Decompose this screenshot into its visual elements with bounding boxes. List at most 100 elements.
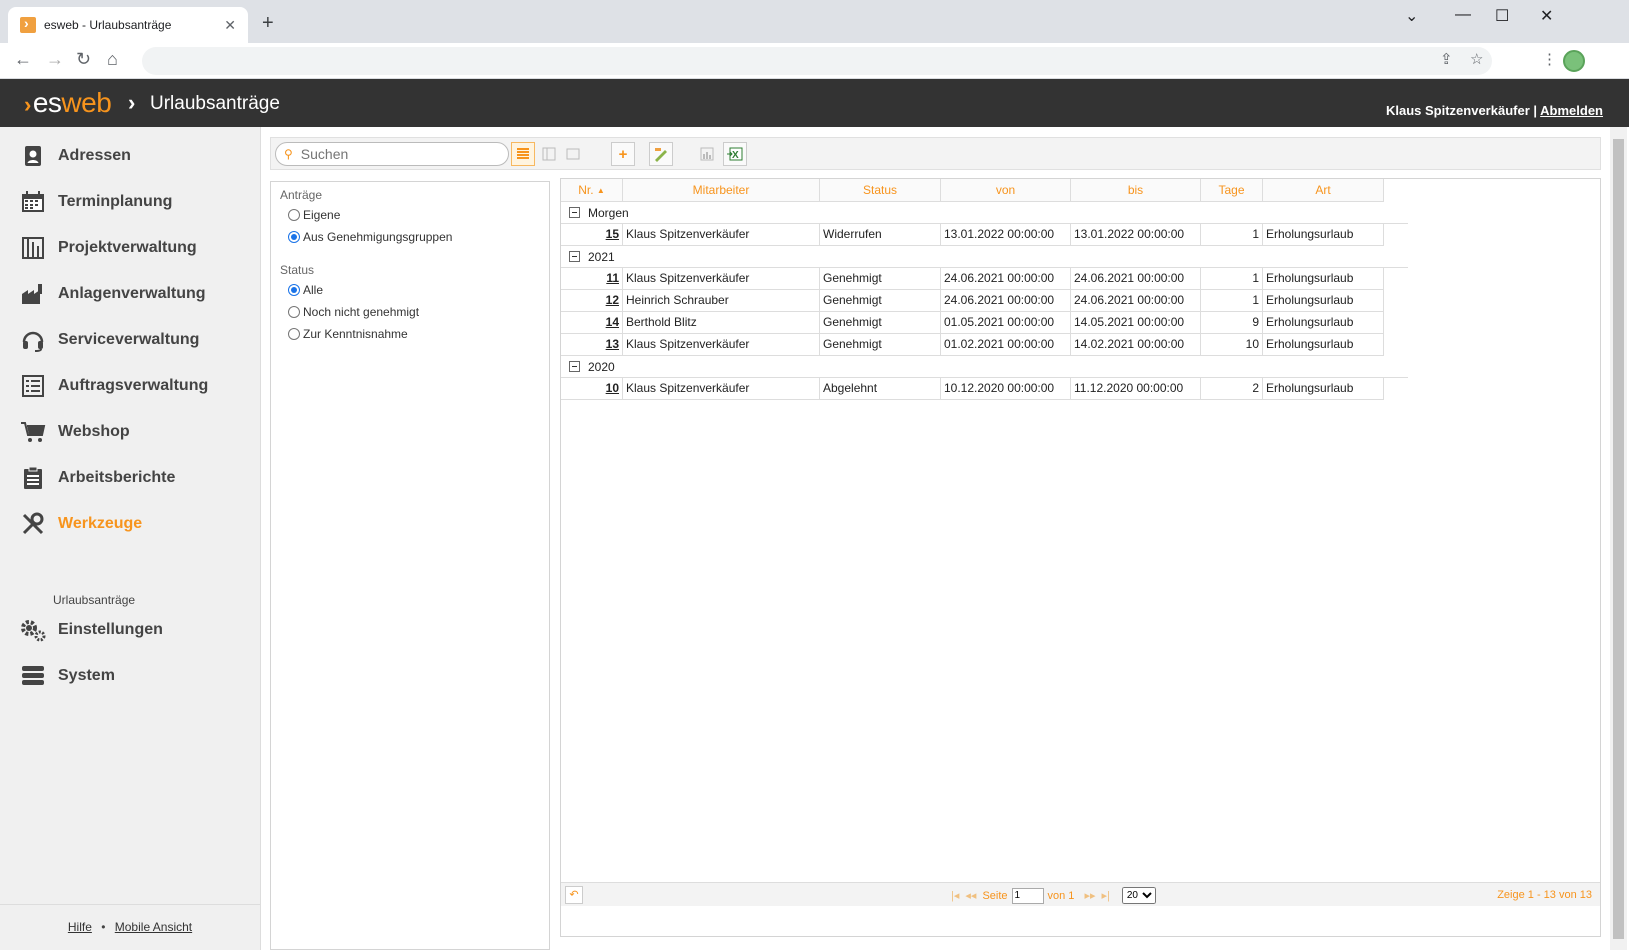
filter-panel: Anträge Eigene Aus Genehmigungsgruppen S… <box>270 181 550 950</box>
column-header-tage[interactable]: Tage <box>1201 179 1263 202</box>
table-row[interactable]: 11 Klaus Spitzenverkäufer Genehmigt 24.0… <box>561 268 1384 290</box>
bookmark-star-icon[interactable]: ☆ <box>1470 50 1483 68</box>
column-header-status[interactable]: Status <box>820 179 941 202</box>
project-icon <box>20 236 46 260</box>
sidebar-item-webshop[interactable]: Webshop <box>20 420 130 444</box>
sidebar-item-arbeitsberichte[interactable]: Arbeitsberichte <box>20 466 175 490</box>
sidebar-item-werkzeuge[interactable]: Werkzeuge <box>20 512 142 536</box>
list-view-icon <box>517 148 529 159</box>
search-input[interactable] <box>300 146 491 162</box>
page-size-select[interactable]: 20 <box>1121 887 1156 904</box>
radio-zur-kenntnisnahme[interactable]: Zur Kenntnisnahme <box>288 327 408 341</box>
cell-mitarbeiter: Berthold Blitz <box>623 312 820 334</box>
view-card-button[interactable] <box>561 142 585 166</box>
forward-icon[interactable]: → <box>46 49 64 70</box>
cell-nr[interactable]: 12 <box>561 290 623 312</box>
pager: |◂ ◂◂ Seite von 1 ▸▸ ▸| 20 <box>951 887 1156 904</box>
collapse-icon[interactable] <box>569 251 580 262</box>
cell-mitarbeiter: Klaus Spitzenverkäufer <box>623 378 820 400</box>
cell-mitarbeiter: Heinrich Schrauber <box>623 290 820 312</box>
prev-page-icon[interactable]: ◂◂ <box>965 889 976 902</box>
window-close-icon[interactable]: ✕ <box>1540 6 1553 26</box>
radio-aus-genehmigungsgruppen[interactable]: Aus Genehmigungsgruppen <box>288 230 452 244</box>
undo-icon[interactable]: ↶ <box>565 886 583 904</box>
sidebar-item-anlagenverwaltung[interactable]: Anlagenverwaltung <box>20 282 206 306</box>
sidebar-item-serviceverwaltung[interactable]: Serviceverwaltung <box>20 328 199 352</box>
cell-nr[interactable]: 13 <box>561 334 623 356</box>
column-header-art[interactable]: Art <box>1263 179 1384 202</box>
view-detail-button[interactable] <box>537 142 561 166</box>
minimize-icon[interactable]: — <box>1455 6 1471 24</box>
sidebar-item-projektverwaltung[interactable]: Projektverwaltung <box>20 236 197 260</box>
cell-nr[interactable]: 15 <box>561 224 623 246</box>
radio-eigene[interactable]: Eigene <box>288 208 340 222</box>
table-row[interactable]: 12 Heinrich Schrauber Genehmigt 24.06.20… <box>561 290 1384 312</box>
cell-nr[interactable]: 11 <box>561 268 623 290</box>
sidebar-item-system[interactable]: System <box>20 664 115 688</box>
sidebar-item-auftragsverwaltung[interactable]: Auftragsverwaltung <box>20 374 208 398</box>
table-row[interactable]: 15 Klaus Spitzenverkäufer Widerrufen 13.… <box>561 224 1384 246</box>
app-header: ›esweb › Urlaubsanträge Klaus Spitzenver… <box>0 79 1629 127</box>
radio-alle[interactable]: Alle <box>288 283 323 297</box>
group-row[interactable]: 2020 <box>561 356 1408 378</box>
group-row[interactable]: Morgen <box>561 202 1408 224</box>
server-icon <box>20 664 46 688</box>
table-row[interactable]: 13 Klaus Spitzenverkäufer Genehmigt 01.0… <box>561 334 1384 356</box>
help-link[interactable]: Hilfe <box>68 920 92 934</box>
browser-tabstrip: esweb - Urlaubsanträge ✕ + ⌄ — ☐ ✕ <box>0 0 1629 43</box>
table-row[interactable]: 14 Berthold Blitz Genehmigt 01.05.2021 0… <box>561 312 1384 334</box>
home-icon[interactable]: ⌂ <box>107 49 118 70</box>
cell-von: 24.06.2021 00:00:00 <box>941 268 1071 290</box>
esweb-logo[interactable]: ›esweb <box>24 87 112 119</box>
sort-ascending-icon: ▲ <box>596 186 605 195</box>
print-button[interactable] <box>695 142 719 166</box>
logo-es: es <box>32 87 62 118</box>
back-icon[interactable]: ← <box>14 49 32 70</box>
first-page-icon[interactable]: |◂ <box>951 889 959 902</box>
collapse-icon[interactable] <box>569 207 580 218</box>
list-icon <box>20 374 46 398</box>
mobile-view-link[interactable]: Mobile Ansicht <box>115 920 192 934</box>
column-header-nr[interactable]: Nr. ▲ <box>561 179 623 202</box>
cell-mitarbeiter: Klaus Spitzenverkäufer <box>623 268 820 290</box>
share-icon[interactable]: ⇪ <box>1440 50 1453 68</box>
cell-nr[interactable]: 14 <box>561 312 623 334</box>
group-row[interactable]: 2021 <box>561 246 1408 268</box>
new-tab-button[interactable]: + <box>262 12 274 35</box>
tab-close-icon[interactable]: ✕ <box>224 17 236 34</box>
logout-link[interactable]: Abmelden <box>1540 103 1603 118</box>
reload-icon[interactable]: ↻ <box>76 49 91 70</box>
add-button[interactable]: + <box>611 142 635 166</box>
excel-export-button[interactable]: X <box>723 142 747 166</box>
collapse-icon[interactable] <box>569 361 580 372</box>
column-header-mitarbeiter[interactable]: Mitarbeiter <box>623 179 820 202</box>
column-header-bis[interactable]: bis <box>1071 179 1201 202</box>
sidebar-subitem-urlaubsantraege[interactable]: Urlaubsanträge <box>53 593 135 607</box>
sidebar-item-einstellungen[interactable]: Einstellungen <box>20 618 163 642</box>
scrollbar-thumb[interactable] <box>1613 139 1624 939</box>
search-box[interactable]: ⚲ <box>275 142 509 166</box>
next-page-icon[interactable]: ▸▸ <box>1084 889 1095 902</box>
column-header-von[interactable]: von <box>941 179 1071 202</box>
table-row[interactable]: 10 Klaus Spitzenverkäufer Abgelehnt 10.1… <box>561 378 1384 400</box>
sidebar-item-adressen[interactable]: Adressen <box>20 144 131 168</box>
requests-grid: Nr. ▲ Mitarbeiter Status von bis Tage Ar… <box>560 178 1601 937</box>
browser-menu-icon[interactable]: ⋮ <box>1542 50 1557 68</box>
view-list-button[interactable] <box>511 142 535 166</box>
cell-art: Erholungsurlaub <box>1263 224 1384 246</box>
page-scrollbar[interactable] <box>1610 127 1627 950</box>
address-bar[interactable] <box>142 47 1492 75</box>
edit-columns-button[interactable] <box>649 142 673 166</box>
profile-avatar[interactable] <box>1563 50 1585 72</box>
sidebar-item-terminplanung[interactable]: Terminplanung <box>20 190 172 214</box>
browser-tab[interactable]: esweb - Urlaubsanträge ✕ <box>8 7 248 43</box>
maximize-icon[interactable]: ☐ <box>1495 6 1509 26</box>
radio-noch-nicht-genehmigt[interactable]: Noch nicht genehmigt <box>288 305 419 319</box>
last-page-icon[interactable]: ▸| <box>1101 889 1109 902</box>
cell-art: Erholungsurlaub <box>1263 290 1384 312</box>
cell-nr[interactable]: 10 <box>561 378 623 400</box>
tab-search-icon[interactable]: ⌄ <box>1405 6 1418 26</box>
page-number-input[interactable] <box>1011 887 1044 904</box>
cell-von: 01.02.2021 00:00:00 <box>941 334 1071 356</box>
sidebar: Adressen Terminplanung Projektverwaltung… <box>0 127 261 950</box>
